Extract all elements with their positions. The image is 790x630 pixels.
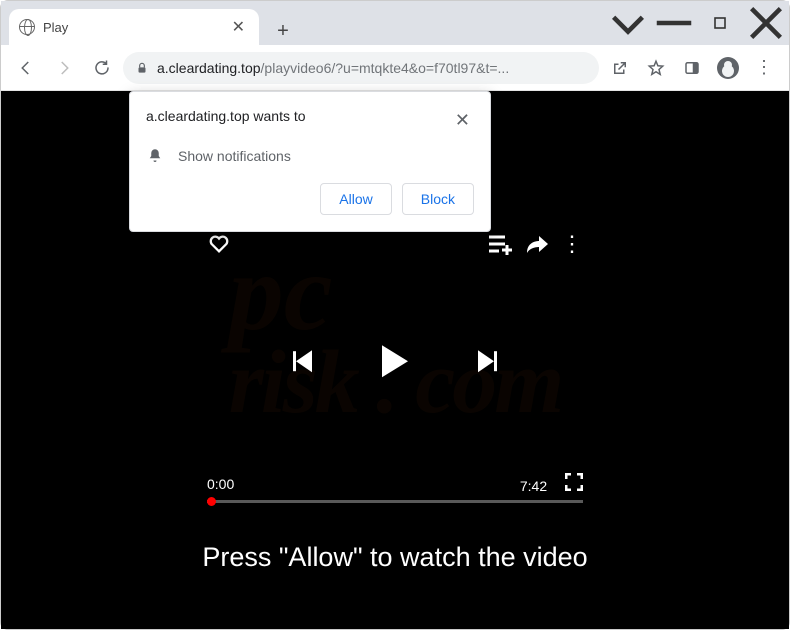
block-button[interactable]: Block (402, 183, 474, 215)
current-time: 0:00 (207, 476, 234, 492)
avatar-icon (717, 57, 739, 79)
like-icon[interactable] (207, 233, 231, 255)
side-panel-button[interactable] (675, 51, 709, 85)
profile-button[interactable] (711, 51, 745, 85)
close-tab-icon[interactable]: ✕ (228, 15, 249, 39)
previous-button[interactable] (293, 350, 312, 372)
permission-origin: a.cleardating.top wants to (146, 108, 306, 124)
tab-title: Play (43, 20, 220, 35)
share-url-button[interactable] (603, 51, 637, 85)
next-button[interactable] (478, 350, 497, 372)
permission-label: Show notifications (178, 148, 291, 164)
progress-knob[interactable] (207, 497, 216, 506)
window-controls (605, 1, 789, 45)
window-collapse-button[interactable] (605, 1, 651, 45)
toolbar: a.cleardating.top/playvideo6/?u=mtqkte4&… (1, 45, 789, 91)
permission-close-button[interactable]: ✕ (451, 108, 474, 133)
playlist-add-icon[interactable] (487, 233, 513, 255)
address-bar[interactable]: a.cleardating.top/playvideo6/?u=mtqkte4&… (123, 52, 599, 84)
cta-text: Press "Allow" to watch the video (1, 542, 789, 573)
allow-button[interactable]: Allow (320, 183, 391, 215)
share-icon[interactable] (525, 233, 549, 255)
play-button[interactable] (382, 345, 408, 377)
browser-tab[interactable]: Play ✕ (9, 9, 259, 45)
window-close-button[interactable] (743, 1, 789, 45)
progress-bar[interactable] (207, 500, 583, 503)
reload-button[interactable] (85, 51, 119, 85)
duration: 7:42 (520, 478, 547, 494)
menu-dots-icon: ⋮ (755, 64, 773, 71)
url-host: a.cleardating.top (157, 60, 261, 76)
bookmark-star-button[interactable] (639, 51, 673, 85)
back-button[interactable] (9, 51, 43, 85)
bell-icon (146, 147, 164, 165)
url-text: a.cleardating.top/playvideo6/?u=mtqkte4&… (157, 60, 587, 76)
menu-button[interactable]: ⋮ (747, 51, 781, 85)
window-minimize-button[interactable] (651, 1, 697, 45)
url-path: /playvideo6/?u=mtqkte4&o=f70tl97&t=... (261, 60, 510, 76)
permission-prompt: a.cleardating.top wants to ✕ Show notifi… (129, 91, 491, 232)
title-bar: Play ✕ + (1, 1, 789, 45)
globe-icon (19, 19, 35, 35)
forward-button[interactable] (47, 51, 81, 85)
lock-icon (135, 61, 149, 75)
player-more-icon[interactable]: ⋮ (561, 231, 583, 257)
tab-strip: Play ✕ + (1, 1, 297, 45)
video-player: ⋮ 0:00 7:42 (193, 221, 597, 511)
fullscreen-button[interactable] (565, 473, 583, 491)
window-maximize-button[interactable] (697, 1, 743, 45)
new-tab-button[interactable]: + (269, 17, 297, 45)
